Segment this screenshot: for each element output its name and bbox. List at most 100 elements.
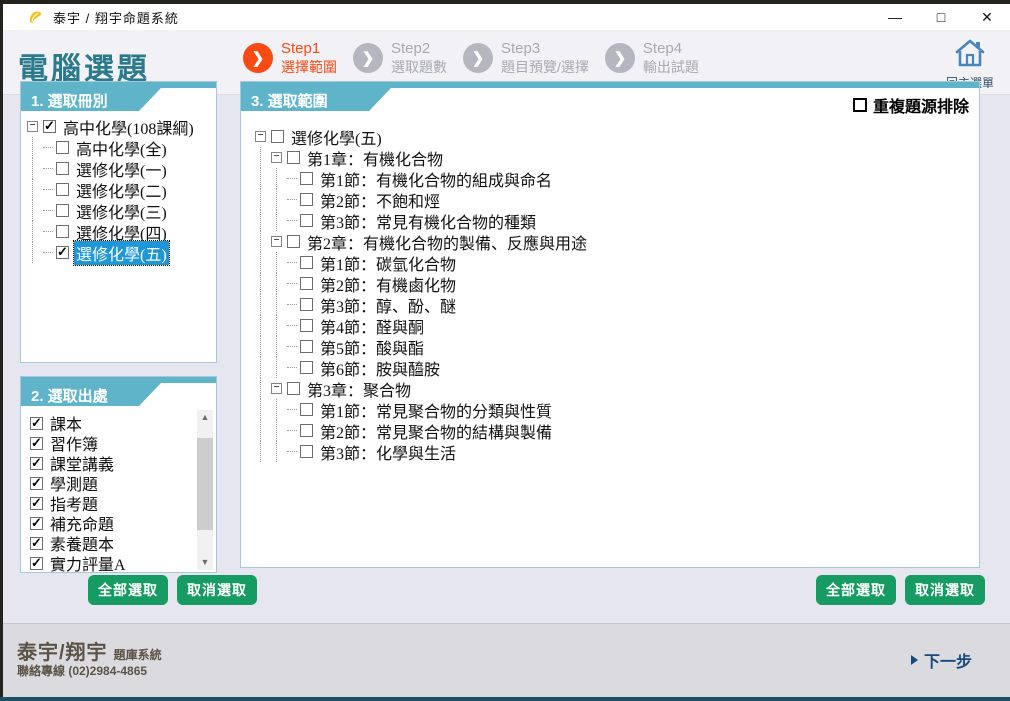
tree-expander-icon[interactable]: − [271, 383, 282, 394]
duplicate-source-exclude-checkbox[interactable] [853, 98, 867, 112]
tree-item-checkbox[interactable] [43, 120, 56, 133]
step-2-arrow-icon: ❯ [353, 43, 383, 73]
tree-item-checkbox[interactable] [300, 277, 313, 290]
tree-item-checkbox[interactable] [300, 298, 313, 311]
scope-select-all-button[interactable]: 全部選取 [816, 575, 896, 605]
tree-row: −第1章：有機化合物 [255, 147, 975, 168]
sources-deselect-all-button[interactable]: 取消選取 [177, 575, 257, 605]
tree-row: 第1節：有機化合物的組成與命名 [255, 168, 975, 189]
step-indicator: ❯ Step1 選擇範圍 ❯ Step2 選取題數 ❯ Step3 題目預覽/選… [243, 40, 699, 76]
tree-indent-guide [271, 315, 287, 336]
tree-expander-icon[interactable]: − [271, 236, 282, 247]
panel2-top-strip [21, 377, 216, 383]
title-bar: 泰宇 / 翔宇命題系統 — □ ✕ [3, 4, 1010, 30]
close-button[interactable]: ✕ [964, 4, 1010, 30]
footer-brand-suffix: 題庫系統 [114, 648, 162, 662]
step-2[interactable]: ❯ Step2 選取題數 [353, 40, 447, 76]
tree-item-checkbox[interactable] [287, 382, 300, 395]
tree-item-checkbox[interactable] [56, 204, 69, 217]
list-item: 課本 [29, 413, 128, 433]
home-icon [953, 38, 987, 68]
tree-item-checkbox[interactable] [300, 445, 313, 458]
tree-row: 第1節：碳氫化合物 [255, 252, 975, 273]
step-1-arrow-icon: ❯ [243, 43, 273, 73]
scroll-down-button[interactable]: ▼ [197, 555, 213, 570]
tree-item-checkbox[interactable] [300, 172, 313, 185]
tree-row: 第3節：醇、酚、醚 [255, 294, 975, 315]
tree-item-checkbox[interactable] [300, 361, 313, 374]
step-4[interactable]: ❯ Step4 輸出試題 [605, 40, 699, 76]
source-checkbox[interactable] [30, 517, 43, 530]
desktop-edge-left [0, 0, 3, 701]
source-list: 課本習作簿課堂講義學測題指考題補充命題素養題本實力評量A [29, 413, 128, 573]
step-2-label: 選取題數 [391, 59, 447, 77]
source-checkbox[interactable] [30, 537, 43, 550]
tree-item-checkbox[interactable] [300, 256, 313, 269]
scroll-up-button[interactable]: ▲ [197, 410, 213, 425]
tree-row: 選修化學(五) [27, 242, 212, 263]
tree-connector [43, 158, 55, 179]
tree-expander-icon[interactable]: − [255, 131, 266, 142]
tree-item-label[interactable]: 第3節：化學與生活 [318, 440, 458, 464]
tree-item-checkbox[interactable] [56, 162, 69, 175]
source-checkbox[interactable] [30, 417, 43, 430]
tree-item-checkbox[interactable] [300, 403, 313, 416]
tree-connector [43, 200, 55, 221]
tree-item-checkbox[interactable] [300, 424, 313, 437]
source-checkbox[interactable] [30, 557, 43, 570]
tree-item-checkbox[interactable] [300, 340, 313, 353]
duplicate-source-exclude-option[interactable]: 重複題源排除 [853, 93, 969, 117]
tree-connector [287, 315, 299, 336]
source-checkbox[interactable] [30, 497, 43, 510]
tree-connector [287, 168, 299, 189]
source-list-scrollbar[interactable]: ▲ ▼ [197, 410, 213, 570]
next-step-label: 下一步 [924, 648, 972, 672]
step-3[interactable]: ❯ Step3 題目預覽/選擇 [463, 40, 589, 76]
maximize-button[interactable]: □ [918, 4, 964, 30]
step-1-label: 選擇範圍 [281, 59, 337, 77]
tree-expander-icon[interactable]: − [27, 121, 38, 132]
tree-expander-icon[interactable]: − [271, 152, 282, 163]
tree-item-checkbox[interactable] [287, 151, 300, 164]
tree-item-checkbox[interactable] [56, 225, 69, 238]
sources-select-all-button[interactable]: 全部選取 [88, 575, 168, 605]
tree-item-checkbox[interactable] [287, 235, 300, 248]
tree-connector [287, 420, 299, 441]
tree-indent-guide [271, 189, 287, 210]
scope-tree: −選修化學(五)−第1章：有機化合物第1節：有機化合物的組成與命名第2節：不飽和… [255, 126, 975, 462]
list-item: 習作簿 [29, 433, 128, 453]
tree-indent-guide [27, 158, 43, 179]
source-checkbox[interactable] [30, 477, 43, 490]
tree-item-checkbox[interactable] [56, 141, 69, 154]
scroll-thumb[interactable] [197, 438, 213, 530]
source-checkbox[interactable] [30, 437, 43, 450]
tree-row: −第2章：有機化合物的製備、反應與用途 [255, 231, 975, 252]
source-checkbox[interactable] [30, 457, 43, 470]
tree-item-label[interactable]: 選修化學(五) [74, 241, 169, 265]
tree-item-checkbox[interactable] [300, 193, 313, 206]
scope-deselect-all-button[interactable]: 取消選取 [905, 575, 985, 605]
panel3-top-strip [241, 82, 979, 88]
window-title: 泰宇 / 翔宇命題系統 [53, 8, 179, 27]
tree-item-checkbox[interactable] [56, 246, 69, 259]
tree-item-checkbox[interactable] [300, 319, 313, 332]
minimize-button[interactable]: — [872, 4, 918, 30]
tree-item-checkbox[interactable] [271, 130, 284, 143]
panel2-title: 2. 選取出處 [21, 383, 161, 406]
next-step-button[interactable]: 下一步 [911, 648, 972, 672]
step-1[interactable]: ❯ Step1 選擇範圍 [243, 40, 337, 76]
tree-row: 第2節：常見聚合物的結構與製備 [255, 420, 975, 441]
step-3-label: 題目預覽/選擇 [501, 59, 589, 77]
panel-source-selection: 2. 選取出處 課本習作簿課堂講義學測題指考題補充命題素養題本實力評量A ▲ ▼ [20, 376, 217, 573]
tree-indent-guide [271, 441, 287, 462]
tree-indent-guide [255, 336, 271, 357]
tree-connector [287, 252, 299, 273]
tree-indent-guide [27, 200, 43, 221]
source-label[interactable]: 實力評量A [48, 551, 128, 575]
step-2-name: Step2 [391, 40, 447, 59]
list-item: 課堂講義 [29, 453, 128, 473]
tree-indent-guide [27, 221, 43, 242]
tree-item-checkbox[interactable] [300, 214, 313, 227]
tree-indent-guide [271, 399, 287, 420]
tree-item-checkbox[interactable] [56, 183, 69, 196]
